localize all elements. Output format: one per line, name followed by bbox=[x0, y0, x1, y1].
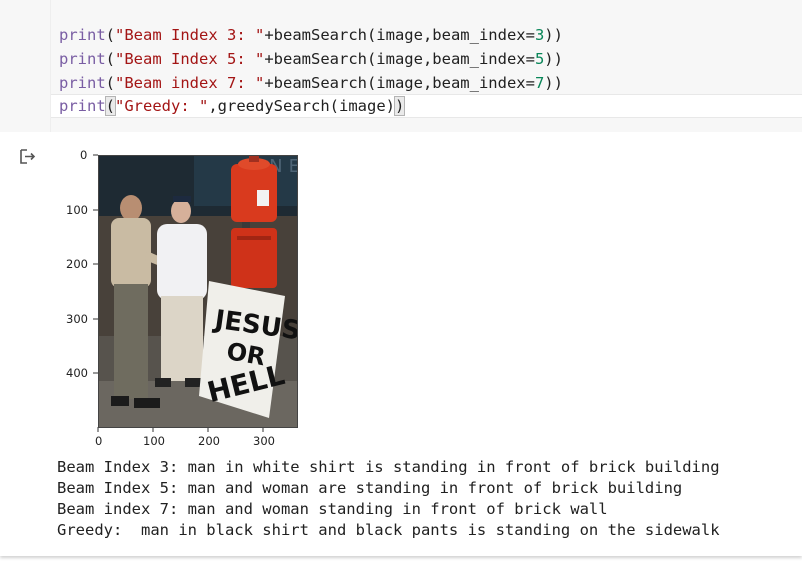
street-photo: ONE J bbox=[99, 156, 297, 427]
y-tick-label: 300 bbox=[66, 312, 88, 326]
result-line-1: Beam Index 3: man in white shirt is stan… bbox=[57, 458, 720, 476]
output-arrow-icon[interactable] bbox=[18, 148, 36, 166]
y-tick-label: 100 bbox=[66, 203, 88, 217]
x-tick-label: 200 bbox=[198, 434, 220, 448]
y-tick-label: 200 bbox=[66, 257, 88, 271]
y-tick-label: 0 bbox=[80, 148, 88, 162]
y-tick-label: 400 bbox=[66, 366, 88, 380]
x-tick-label: 300 bbox=[253, 434, 275, 448]
cell-gutter[interactable] bbox=[0, 0, 50, 132]
code-line-1[interactable]: print("Beam Index 3: "+beamSearch(image,… bbox=[59, 23, 563, 47]
result-line-4: Greedy: man in black shirt and black pan… bbox=[57, 521, 720, 539]
result-line-2: Beam Index 5: man and woman are standing… bbox=[57, 479, 683, 497]
x-tick-label: 100 bbox=[143, 434, 165, 448]
code-line-2[interactable]: print("Beam Index 5: "+beamSearch(image,… bbox=[59, 47, 563, 71]
code-line-4[interactable]: print("Greedy: ",greedySearch(image)) bbox=[51, 94, 802, 118]
code-editor[interactable]: print("Beam Index 3: "+beamSearch(image,… bbox=[50, 0, 802, 132]
notebook-cell: print("Beam Index 3: "+beamSearch(image,… bbox=[0, 0, 802, 556]
result-line-3: Beam index 7: man and woman standing in … bbox=[57, 500, 608, 518]
code-line-3[interactable]: print("Beam index 7: "+beamSearch(image,… bbox=[59, 71, 563, 95]
output-image: ONE J bbox=[98, 155, 298, 428]
x-tick-label: 0 bbox=[95, 434, 103, 448]
